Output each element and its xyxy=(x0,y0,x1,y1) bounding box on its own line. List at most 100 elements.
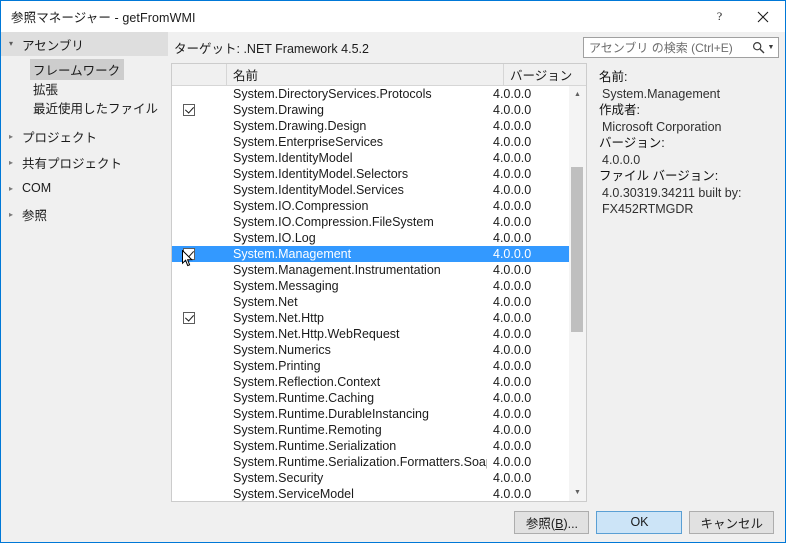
row-checkbox-cell[interactable] xyxy=(172,440,227,452)
cancel-button[interactable]: キャンセル xyxy=(689,510,774,534)
main-toolbar: ターゲット: .NET Framework 4.5.2 ▼ xyxy=(168,32,785,63)
search-box[interactable]: ▼ xyxy=(583,37,779,58)
row-checkbox-cell[interactable] xyxy=(172,472,227,484)
row-checkbox-cell[interactable] xyxy=(172,488,227,500)
table-row[interactable]: System.Runtime.Remoting 4.0.0.0 xyxy=(172,422,569,438)
browse-button[interactable]: 参照(B)... xyxy=(514,510,590,534)
sidebar-item-recent[interactable]: 最近使用したファイル xyxy=(1,98,168,117)
row-checkbox-cell[interactable] xyxy=(172,312,227,324)
checkbox-checked-icon[interactable] xyxy=(183,104,195,116)
help-question-icon[interactable]: ? xyxy=(697,1,741,32)
row-name: System.DirectoryServices.Protocols xyxy=(233,87,432,101)
list-scrollbar[interactable]: ▲ ▼ xyxy=(569,86,586,501)
row-name: System.Numerics xyxy=(233,343,331,357)
column-header-version[interactable]: バージョン xyxy=(504,64,586,85)
row-checkbox-cell[interactable] xyxy=(172,408,227,420)
row-version: 4.0.0.0 xyxy=(493,167,532,181)
table-row[interactable]: System.IdentityModel 4.0.0.0 xyxy=(172,150,569,166)
table-row[interactable]: System.IO.Compression.FileSystem 4.0.0.0 xyxy=(172,214,569,230)
row-checkbox-cell[interactable] xyxy=(172,120,227,132)
window-title: 参照マネージャー - getFromWMI xyxy=(11,11,196,25)
row-checkbox-cell[interactable] xyxy=(172,200,227,212)
table-row[interactable]: System.Runtime.Serialization.Formatters.… xyxy=(172,454,569,470)
table-row[interactable]: System.IdentityModel.Selectors 4.0.0.0 xyxy=(172,166,569,182)
assembly-list: 名前 バージョン System.DirectoryServices.Protoc… xyxy=(171,63,587,502)
row-checkbox-cell[interactable] xyxy=(172,392,227,404)
search-input[interactable] xyxy=(589,40,750,55)
scroll-down-icon[interactable]: ▼ xyxy=(569,484,586,501)
table-row[interactable]: System.Management.Instrumentation 4.0.0.0 xyxy=(172,262,569,278)
ok-button[interactable]: OK xyxy=(596,510,683,534)
sidebar-item-com[interactable]: ▸ COM xyxy=(1,175,168,201)
row-version: 4.0.0.0 xyxy=(493,199,532,213)
row-checkbox-cell[interactable] xyxy=(172,88,227,100)
table-row[interactable]: System.Management 4.0.0.0 xyxy=(172,246,569,262)
sidebar-item-shared-projects[interactable]: ▸ 共有プロジェクト xyxy=(1,149,168,175)
table-row[interactable]: System.Drawing 4.0.0.0 xyxy=(172,102,569,118)
row-name: System.Runtime.Remoting xyxy=(233,423,382,437)
table-row[interactable]: System.Runtime.Serialization 4.0.0.0 xyxy=(172,438,569,454)
search-icon[interactable] xyxy=(750,41,766,54)
row-checkbox-cell[interactable] xyxy=(172,136,227,148)
table-row[interactable]: System.Reflection.Context 4.0.0.0 xyxy=(172,374,569,390)
row-name: System.EnterpriseServices xyxy=(233,135,384,149)
close-icon[interactable] xyxy=(741,1,785,32)
table-row[interactable]: System.Printing 4.0.0.0 xyxy=(172,358,569,374)
row-version: 4.0.0.0 xyxy=(493,327,532,341)
checkbox-checked-icon[interactable] xyxy=(183,312,195,324)
chevron-down-icon[interactable]: ▼ xyxy=(766,44,776,51)
table-row[interactable]: System.Net.Http.WebRequest 4.0.0.0 xyxy=(172,326,569,342)
row-checkbox-cell[interactable] xyxy=(172,296,227,308)
row-name: System.IO.Log xyxy=(233,231,316,245)
column-header-name[interactable]: 名前 xyxy=(227,64,504,85)
sidebar-item-projects[interactable]: ▸ プロジェクト xyxy=(1,123,168,149)
table-row[interactable]: System.IdentityModel.Services 4.0.0.0 xyxy=(172,182,569,198)
column-header-checkbox[interactable] xyxy=(172,64,227,85)
table-row[interactable]: System.Net 4.0.0.0 xyxy=(172,294,569,310)
table-row[interactable]: System.Security 4.0.0.0 xyxy=(172,470,569,486)
row-checkbox-cell[interactable] xyxy=(172,456,227,468)
sidebar-item-browse[interactable]: ▸ 参照 xyxy=(1,201,168,227)
chevron-right-icon: ▸ xyxy=(9,157,14,167)
sidebar-item-shared-projects-label: 共有プロジェクト xyxy=(22,156,123,171)
sidebar-item-projects-label: プロジェクト xyxy=(22,130,98,145)
sidebar-item-extensions[interactable]: 拡張 xyxy=(1,79,168,98)
scroll-up-icon[interactable]: ▲ xyxy=(569,86,586,103)
list-viewport: System.DirectoryServices.Protocols 4.0.0.… xyxy=(172,86,586,501)
row-checkbox-cell[interactable] xyxy=(172,376,227,388)
row-checkbox-cell[interactable] xyxy=(172,216,227,228)
table-row[interactable]: System.Drawing.Design 4.0.0.0 xyxy=(172,118,569,134)
detail-author-value: Microsoft Corporation xyxy=(602,119,722,134)
row-name: System.Printing xyxy=(233,359,321,373)
row-version: 4.0.0.0 xyxy=(493,391,532,405)
table-row[interactable]: System.Numerics 4.0.0.0 xyxy=(172,342,569,358)
row-checkbox-cell[interactable] xyxy=(172,360,227,372)
row-checkbox-cell[interactable] xyxy=(172,280,227,292)
row-checkbox-cell[interactable] xyxy=(172,328,227,340)
table-row[interactable]: System.Runtime.Caching 4.0.0.0 xyxy=(172,390,569,406)
row-name: System.Runtime.DurableInstancing xyxy=(233,407,429,421)
main-panel: ターゲット: .NET Framework 4.5.2 ▼ xyxy=(168,32,785,502)
row-checkbox-cell[interactable] xyxy=(172,248,227,260)
table-row[interactable]: System.Net.Http 4.0.0.0 xyxy=(172,310,569,326)
sidebar-group-assembly[interactable]: ▾ アセンブリ xyxy=(1,32,168,56)
row-checkbox-cell[interactable] xyxy=(172,344,227,356)
row-checkbox-cell[interactable] xyxy=(172,104,227,116)
table-row[interactable]: System.ServiceModel 4.0.0.0 xyxy=(172,486,569,501)
row-checkbox-cell[interactable] xyxy=(172,424,227,436)
row-checkbox-cell[interactable] xyxy=(172,152,227,164)
row-checkbox-cell[interactable] xyxy=(172,184,227,196)
row-checkbox-cell[interactable] xyxy=(172,264,227,276)
row-name: System.IdentityModel xyxy=(233,151,353,165)
table-row[interactable]: System.Runtime.DurableInstancing 4.0.0.0 xyxy=(172,406,569,422)
table-row[interactable]: System.IO.Log 4.0.0.0 xyxy=(172,230,569,246)
row-checkbox-cell[interactable] xyxy=(172,168,227,180)
table-row[interactable]: System.Messaging 4.0.0.0 xyxy=(172,278,569,294)
table-row[interactable]: System.IO.Compression 4.0.0.0 xyxy=(172,198,569,214)
checkbox-checked-icon[interactable] xyxy=(183,248,195,260)
sidebar-item-framework[interactable]: フレームワーク xyxy=(1,59,168,80)
table-row[interactable]: System.DirectoryServices.Protocols 4.0.0.… xyxy=(172,86,569,102)
table-row[interactable]: System.EnterpriseServices 4.0.0.0 xyxy=(172,134,569,150)
scrollbar-thumb[interactable] xyxy=(571,166,583,332)
row-checkbox-cell[interactable] xyxy=(172,232,227,244)
